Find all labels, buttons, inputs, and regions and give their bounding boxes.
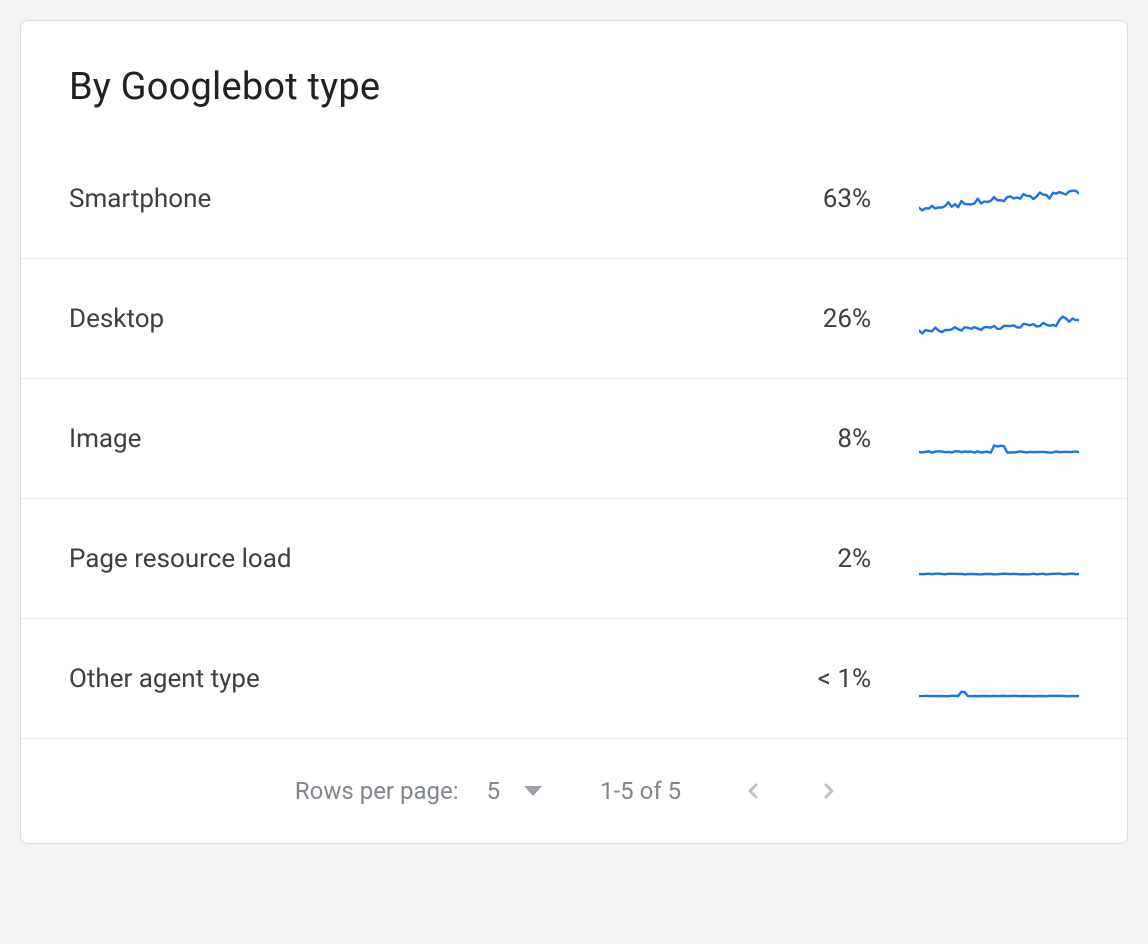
row-value: < 1%: [751, 664, 871, 694]
table-row[interactable]: Page resource load2%: [21, 499, 1127, 619]
row-label: Smartphone: [69, 184, 751, 214]
googlebot-type-card: By Googlebot type Smartphone63%Desktop26…: [20, 20, 1128, 844]
row-label: Other agent type: [69, 664, 751, 694]
rows-per-page-select[interactable]: 5: [487, 777, 543, 805]
sparkline: [919, 419, 1079, 459]
card-title: By Googlebot type: [21, 21, 1127, 139]
sparkline: [919, 659, 1079, 699]
table-row[interactable]: Other agent type< 1%: [21, 619, 1127, 739]
sparkline: [919, 539, 1079, 579]
chevron-right-icon: [817, 779, 841, 803]
table-footer: Rows per page: 5 1-5 of 5: [21, 739, 1127, 843]
rows-per-page-value: 5: [487, 777, 501, 805]
pagination-range: 1-5 of 5: [600, 777, 681, 805]
sparkline: [919, 299, 1079, 339]
row-label: Page resource load: [69, 544, 751, 574]
row-value: 8%: [751, 424, 871, 454]
prev-page-button[interactable]: [729, 767, 777, 815]
table-row[interactable]: Desktop26%: [21, 259, 1127, 379]
chevron-left-icon: [741, 779, 765, 803]
next-page-button[interactable]: [805, 767, 853, 815]
row-label: Desktop: [69, 304, 751, 334]
sparkline: [919, 179, 1079, 219]
row-value: 2%: [751, 544, 871, 574]
row-label: Image: [69, 424, 751, 454]
table-row[interactable]: Smartphone63%: [21, 139, 1127, 259]
row-value: 63%: [751, 184, 871, 214]
row-value: 26%: [751, 304, 871, 334]
rows-per-page-label: Rows per page:: [295, 777, 459, 805]
dropdown-icon: [524, 786, 542, 796]
table-row[interactable]: Image8%: [21, 379, 1127, 499]
